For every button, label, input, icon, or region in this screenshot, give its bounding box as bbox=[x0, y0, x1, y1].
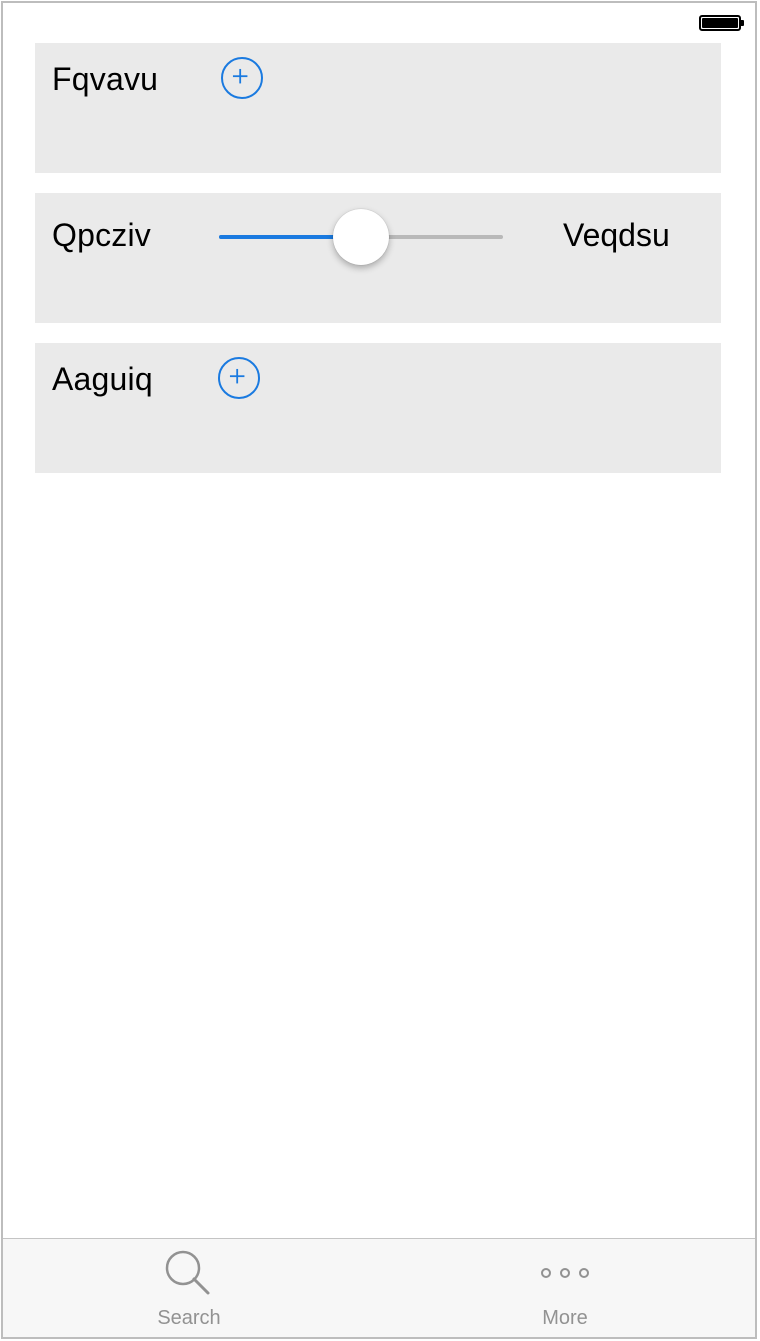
tab-label: Search bbox=[157, 1307, 221, 1329]
row-fqvavu: Fqvavu bbox=[35, 43, 721, 173]
plus-icon bbox=[229, 368, 245, 384]
value-slider[interactable] bbox=[219, 209, 503, 271]
tab-search[interactable]: Search bbox=[129, 1239, 249, 1337]
row-qpcziv: Qpcziv Veqdsu bbox=[35, 193, 721, 323]
row-label: Qpcziv bbox=[52, 217, 151, 253]
tab-label: More bbox=[542, 1307, 588, 1329]
status-bar bbox=[3, 3, 755, 43]
row-label: Fqvavu bbox=[52, 61, 159, 97]
tab-more[interactable]: More bbox=[505, 1239, 625, 1337]
row-label: Aaguiq bbox=[52, 361, 153, 397]
battery-icon bbox=[699, 15, 744, 31]
slider-thumb[interactable] bbox=[333, 209, 389, 265]
slider-max-label: Veqdsu bbox=[563, 217, 670, 253]
row-aaguiq: Aaguiq bbox=[35, 343, 721, 473]
tab-bar: Search More bbox=[3, 1238, 755, 1337]
phone-screen: Fqvavu Qpcziv Veqdsu Aaguiq Search More bbox=[1, 1, 757, 1339]
search-icon bbox=[165, 1250, 210, 1295]
add-button[interactable] bbox=[221, 57, 263, 99]
more-icon bbox=[541, 1268, 589, 1278]
plus-icon bbox=[232, 68, 248, 84]
add-button[interactable] bbox=[218, 357, 260, 399]
